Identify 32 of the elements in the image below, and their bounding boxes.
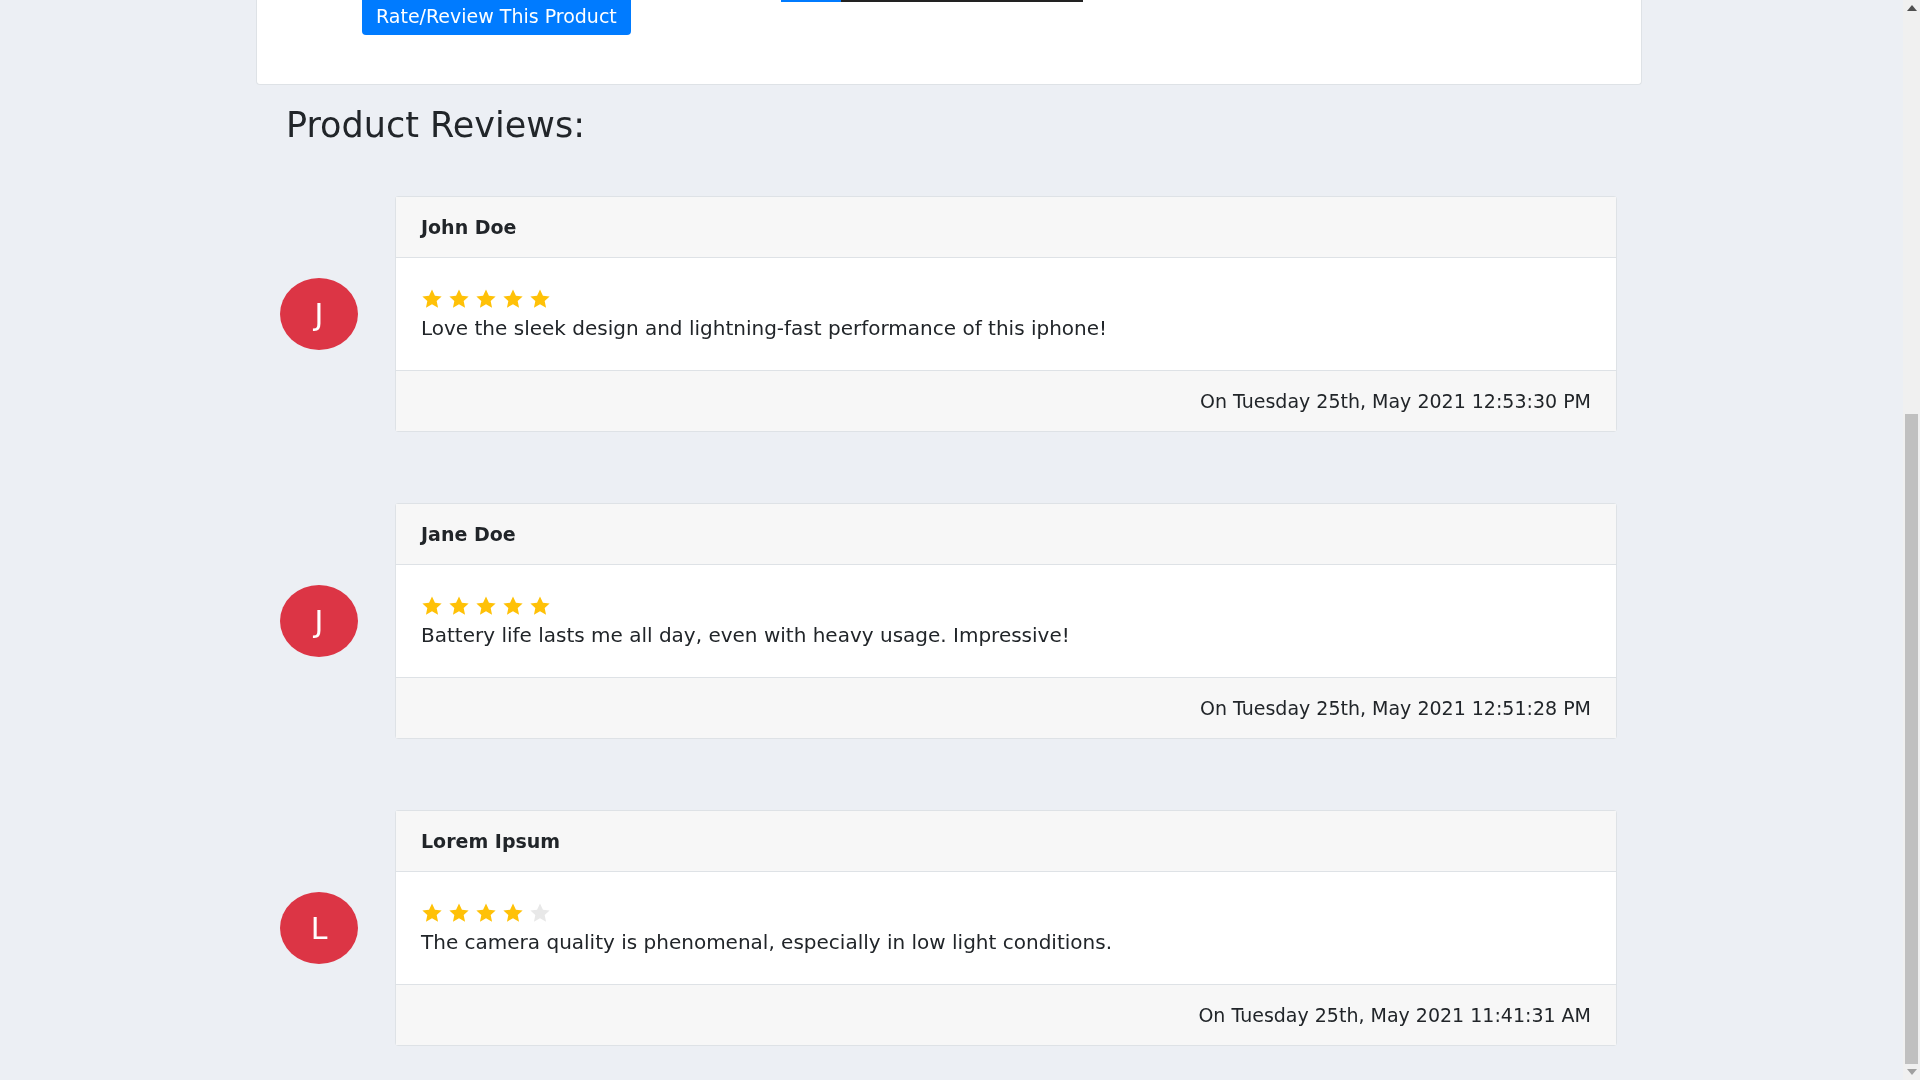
scrollbar[interactable] bbox=[1903, 0, 1920, 1080]
star-icon bbox=[502, 288, 524, 310]
review-text: Battery life lasts me all day, even with heavy usage. Impressive! bbox=[421, 623, 1071, 647]
star-icon bbox=[448, 902, 470, 924]
rate-review-button[interactable]: Rate/Review This Product bbox=[362, 0, 631, 35]
star-icon bbox=[475, 902, 497, 924]
review-date: On Tuesday 25th, May 2021 12:53:30 PM bbox=[1199, 390, 1591, 412]
avatar-initial: L bbox=[280, 892, 358, 964]
review-date: On Tuesday 25th, May 2021 12:51:28 PM bbox=[1199, 697, 1591, 719]
star-icon bbox=[475, 595, 497, 617]
star-icon bbox=[475, 288, 497, 310]
star-icon bbox=[448, 595, 470, 617]
star-icon bbox=[421, 595, 443, 617]
section-heading: Product Reviews: bbox=[286, 105, 586, 147]
star-icon bbox=[448, 288, 470, 310]
scrollbar-thumb[interactable] bbox=[1905, 414, 1918, 1064]
scroll-up-icon[interactable] bbox=[1906, 5, 1917, 11]
review-text: The camera quality is phenomenal, especially in low light conditions. bbox=[421, 930, 1113, 954]
review-date: On Tuesday 25th, May 2021 11:41:31 AM bbox=[1198, 1004, 1591, 1026]
avatar-initial: J bbox=[280, 278, 358, 350]
avatar-initial: J bbox=[280, 585, 358, 657]
reviewer-name: John Doe bbox=[421, 216, 517, 238]
star-icon bbox=[529, 288, 551, 310]
star-icon bbox=[421, 902, 443, 924]
star-icon bbox=[502, 902, 524, 924]
scroll-down-icon[interactable] bbox=[1906, 1069, 1917, 1075]
star-icon bbox=[529, 595, 551, 617]
review-text: Love the sleek design and lightning-fast performance of this iphone! bbox=[421, 316, 1109, 340]
star-icon bbox=[502, 595, 524, 617]
star-icon bbox=[421, 288, 443, 310]
reviewer-name: Jane Doe bbox=[421, 523, 516, 545]
reviewer-name: Lorem Ipsum bbox=[421, 830, 561, 852]
